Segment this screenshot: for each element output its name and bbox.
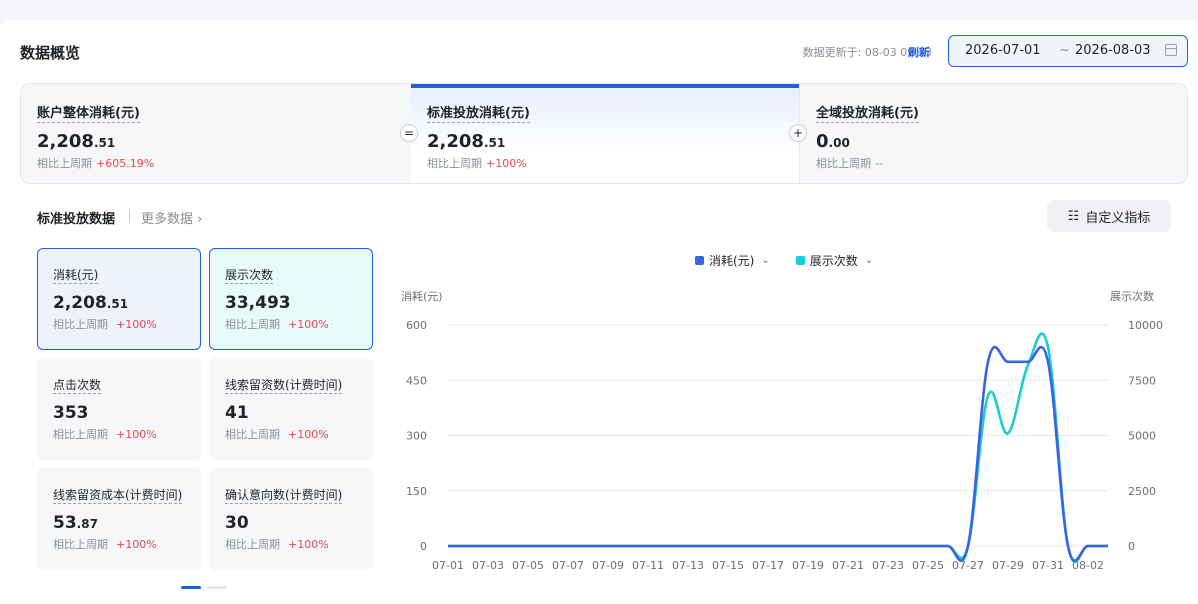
summary-card-account[interactable]: 账户整体消耗(元) 2,208.51 相比上周期 +605.19% [21, 84, 411, 183]
summary-value: 2,208.51 [427, 131, 506, 152]
date-start[interactable]: 2026-07-01 [965, 43, 1041, 58]
metric-compare: 相比上周期 +100% [53, 318, 157, 331]
x-tick-label: 07-15 [712, 559, 744, 572]
date-end[interactable]: 2026-08-03 [1075, 43, 1151, 58]
metric-compare: 相比上周期 +100% [53, 428, 157, 441]
custom-metrics-button[interactable]: ☷ 自定义指标 [1047, 200, 1171, 232]
chevron-down-icon[interactable]: ⌄ [761, 255, 769, 266]
metric-compare: 相比上周期 +100% [225, 428, 329, 441]
x-tick-label: 07-27 [952, 559, 984, 572]
y-left-tick-label: 300 [406, 430, 427, 443]
metric-title: 点击次数 [53, 378, 102, 394]
series-line-cost [447, 345, 1108, 563]
metric-card-leads[interactable]: 线索留资数(计费时间) 41 相比上周期 +100% [209, 358, 373, 460]
metric-card-cost[interactable]: 消耗(元) 2,208.51 相比上周期 +100% [37, 248, 201, 350]
legend-item-impressions[interactable]: 展示次数 ⌄ [795, 252, 873, 269]
y-right-tick-label: 5000 [1128, 430, 1156, 443]
x-tick-label: 07-09 [592, 559, 624, 572]
summary-value: 2,208.51 [37, 131, 116, 152]
legend-swatch [795, 256, 805, 265]
page-title: 数据概览 [20, 44, 81, 62]
y-left-tick-label: 150 [406, 485, 427, 498]
x-tick-label: 07-13 [672, 559, 704, 572]
metric-title: 消耗(元) [53, 268, 99, 284]
x-tick-label: 07-05 [512, 559, 544, 572]
summary-card-standard[interactable]: 标准投放消耗(元) 2,208.51 相比上周期 +100% [411, 84, 799, 183]
metric-card-intent[interactable]: 确认意向数(计费时间) 30 相比上周期 +100% [209, 468, 373, 570]
metric-compare: 相比上周期 +100% [53, 538, 157, 551]
series-line-impressions [447, 332, 1108, 564]
chart-legend: 消耗(元) ⌄ 展示次数 ⌄ [695, 252, 873, 269]
x-tick-label: 07-21 [832, 559, 864, 572]
metric-card-lead-cost[interactable]: 线索留资成本(计费时间) 53.87 相比上周期 +100% [37, 468, 201, 570]
metric-title: 线索留资成本(计费时间) [53, 488, 183, 504]
page-dot[interactable] [207, 586, 227, 589]
legend-label: 展示次数 [809, 254, 858, 268]
metric-card-impressions[interactable]: 展示次数 33,493 相比上周期 +100% [209, 248, 373, 350]
summary-compare: 相比上周期 +605.19% [37, 157, 155, 170]
metric-compare: 相比上周期 +100% [225, 318, 329, 331]
x-tick-label: 07-11 [632, 559, 664, 572]
equals-icon: = [400, 124, 418, 142]
metric-title: 线索留资数(计费时间) [225, 378, 343, 394]
x-tick-label: 07-25 [912, 559, 944, 572]
summary-title: 账户整体消耗(元) [37, 102, 140, 123]
x-tick-label: 07-01 [432, 559, 464, 572]
plus-icon: + [789, 124, 807, 142]
calendar-icon[interactable] [1165, 44, 1177, 56]
y-left-tick-label: 450 [406, 374, 427, 387]
y-left-tick-label: 0 [420, 540, 427, 553]
x-tick-label: 07-17 [752, 559, 784, 572]
legend-label: 消耗(元) [709, 254, 755, 268]
metric-value: 41 [225, 403, 249, 423]
section-title: 标准投放数据 [37, 212, 116, 227]
metric-value: 53.87 [53, 513, 98, 533]
trend-chart: 600 450 300 150 0 10000 7500 5000 2500 0 07-01 07-0… [406, 319, 1163, 572]
y-right-tick-label: 0 [1128, 540, 1135, 553]
summary-compare: 相比上周期 +100% [427, 157, 527, 170]
top-strip [0, 0, 1198, 20]
summary-compare: 相比上周期 -- [816, 157, 883, 170]
custom-metrics-label: 自定义指标 [1085, 210, 1151, 226]
metric-title: 展示次数 [225, 268, 274, 284]
summary-title: 标准投放消耗(元) [427, 102, 530, 123]
x-tick-label: 07-29 [992, 559, 1024, 572]
x-tick-label: 07-31 [1032, 559, 1064, 572]
y-right-tick-label: 2500 [1128, 485, 1156, 498]
more-data-link[interactable]: 更多数据 › [141, 208, 202, 227]
legend-swatch [695, 256, 704, 265]
metric-value: 30 [225, 513, 249, 533]
summary-cards: 账户整体消耗(元) 2,208.51 相比上周期 +605.19% 标准投放消耗(… [20, 83, 1188, 184]
metric-card-clicks[interactable]: 点击次数 353 相比上周期 +100% [37, 358, 201, 460]
x-tick-label: 07-23 [872, 559, 904, 572]
x-tick-label: 07-19 [792, 559, 824, 572]
summary-value: 0.00 [816, 131, 850, 152]
date-separator: ~ [1059, 43, 1070, 58]
x-tick-label: 07-07 [552, 559, 584, 572]
refresh-link[interactable]: 刷新 [908, 44, 930, 60]
x-tick-label: 07-03 [472, 559, 504, 572]
date-range-picker[interactable]: 2026-07-01 ~ 2026-08-03 [948, 35, 1188, 67]
page-dot-active[interactable] [181, 586, 201, 589]
metric-compare: 相比上周期 +100% [225, 538, 329, 551]
y-right-tick-label: 10000 [1128, 319, 1163, 332]
metric-value: 353 [53, 403, 89, 423]
y-right-tick-label: 7500 [1128, 374, 1156, 387]
chevron-down-icon[interactable]: ⌄ [865, 255, 873, 266]
metric-value: 2,208.51 [53, 293, 129, 313]
metric-value: 33,493 [225, 293, 291, 313]
summary-title: 全域投放消耗(元) [816, 102, 919, 123]
summary-card-global[interactable]: 全域投放消耗(元) 0.00 相比上周期 -- [799, 84, 1187, 183]
legend-item-cost[interactable]: 消耗(元) ⌄ [695, 252, 770, 269]
y-left-tick-label: 600 [406, 319, 427, 332]
metric-title: 确认意向数(计费时间) [225, 488, 343, 504]
sliders-icon: ☷ [1067, 208, 1080, 224]
divider [129, 209, 130, 223]
